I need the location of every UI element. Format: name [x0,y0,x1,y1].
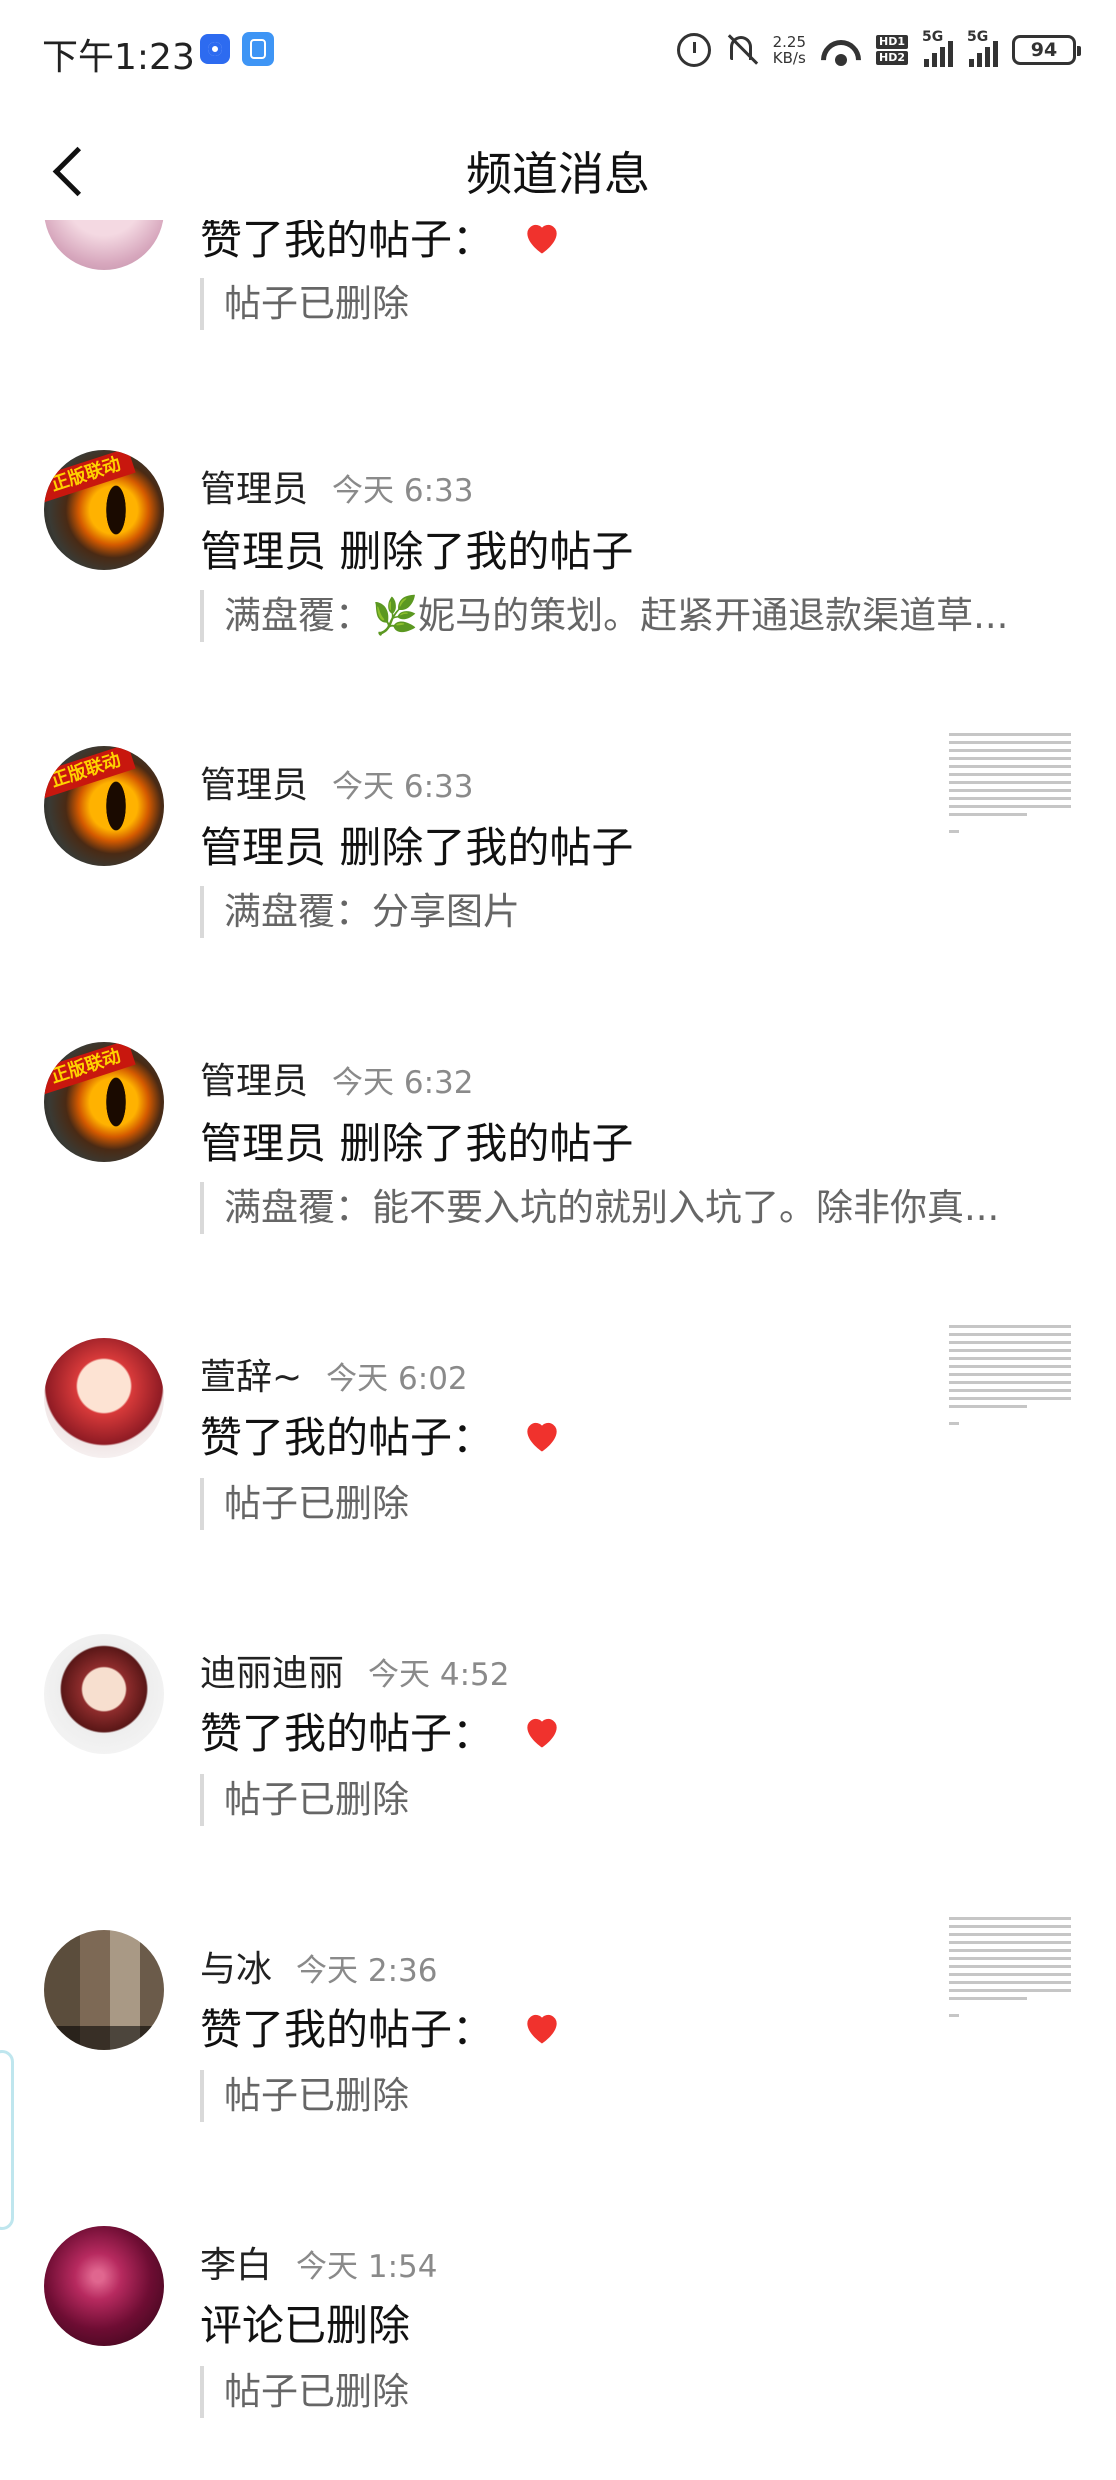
message-meta: 管理员 今天 6:32 [200,1052,473,1104]
hd-icon: HD1 HD2 [876,35,908,65]
action-text: 管理员 删除了我的帖子 [200,1119,634,1168]
avatar-banner: 正版联动 [44,1042,136,1095]
avatar[interactable] [44,2226,164,2346]
user-name[interactable]: 萱辞~ [200,1348,302,1400]
quote-author: 满盘覆： [224,594,372,637]
quoted-post[interactable]: 满盘覆：🌿妮马的策划。赶紧开通退款渠道草... [200,590,1008,642]
action-text: 评论已删除 [200,2301,411,2350]
message-meta: 与冰 今天 2:36 [200,1940,437,1992]
net-type-1: 5G [922,29,944,45]
timestamp: 今天 6:02 [326,1361,468,1397]
message-action: 赞了我的帖子： [200,1700,564,1761]
message-meta: 李白 今天 1:54 [200,2236,437,2288]
quoted-post[interactable]: 帖子已删除 [200,1478,409,1530]
message-action: 管理员 删除了我的帖子 [200,518,633,579]
heart-icon [520,220,564,259]
message-meta: 管理员 今天 6:33 [200,460,473,512]
hd2-label: HD2 [876,51,908,65]
message-action: 管理员 删除了我的帖子 [200,814,633,875]
timestamp: 今天 6:32 [332,1065,474,1101]
quoted-post[interactable]: 帖子已删除 [200,2070,409,2122]
hd1-label: HD1 [876,35,908,49]
battery-icon: 94 [1012,35,1081,65]
quoted-post[interactable]: 帖子已删除 [200,278,409,330]
avatar-banner: 正版联动 [44,746,136,799]
mute-bell-icon [725,33,759,67]
message-action: 评论已删除 [200,2292,410,2353]
alarm-icon [676,33,711,67]
timestamp: 今天 6:33 [332,473,474,509]
timestamp: 今天 2:36 [296,1953,438,1989]
avatar[interactable]: 正版联动 [44,746,164,866]
quote-text: 妮马的策划。赶紧开通退款渠道草... [418,594,1009,637]
action-text: 赞了我的帖子： [200,1413,495,1462]
net-type-2: 5G [967,29,989,45]
signal-icon-2: 5G [967,29,998,67]
action-text: 赞了我的帖子： [200,1709,495,1758]
app-notification-icon-2 [242,32,274,66]
post-thumbnail[interactable] [945,1912,1075,2052]
floating-side-tab[interactable] [0,2050,14,2230]
message-action: 赞了我的帖子： [200,1404,564,1465]
quoted-post[interactable]: 帖子已删除 [200,1774,409,1826]
avatar-banner: 正版联动 [44,450,136,503]
battery-level: 94 [1030,39,1058,61]
user-name[interactable]: 迪丽迪丽 [200,1644,344,1696]
timestamp: 今天 4:52 [368,1657,510,1693]
signal-icon-1: 5G [922,29,953,67]
app-notification-icon [200,34,230,64]
heart-icon [520,1709,564,1753]
wifi-icon [820,34,862,66]
quoted-post[interactable]: 满盘覆：分享图片 [200,886,520,938]
user-name[interactable]: 与冰 [200,1940,272,1992]
timestamp: 今天 6:33 [332,769,474,805]
message-meta: 管理员 今天 6:33 [200,756,473,808]
user-name[interactable]: 管理员 [200,460,308,512]
status-icons: 2.25 KB/s HD1 HD2 5G 5G 94 [676,26,1081,74]
heart-icon [520,1413,564,1457]
message-list[interactable]: 赞了我的帖子： 帖子已删除 正版联动 管理员 今天 6:33 管理员 删除了我的… [0,220,1116,2480]
message-meta: 迪丽迪丽 今天 4:52 [200,1644,509,1696]
action-text: 管理员 删除了我的帖子 [200,527,634,576]
message-action: 赞了我的帖子： [200,220,564,267]
avatar[interactable]: 正版联动 [44,450,164,570]
message-meta: 萱辞~ 今天 6:02 [200,1348,468,1400]
timestamp: 今天 1:54 [296,2249,438,2285]
status-time: 下午1:23 [42,37,195,78]
user-name[interactable]: 管理员 [200,756,308,808]
action-text: 管理员 删除了我的帖子 [200,823,634,872]
action-text: 赞了我的帖子： [200,2005,495,2054]
avatar[interactable] [44,1338,164,1458]
action-text: 赞了我的帖子： [200,220,495,264]
speed-unit: KB/s [772,49,806,67]
status-bar: 下午1:23 2.25 KB/s HD1 HD2 5G 5G 94 [0,0,1116,100]
post-thumbnail[interactable] [945,1320,1075,1460]
avatar[interactable]: 正版联动 [44,1042,164,1162]
network-speed: 2.25 KB/s [773,34,806,66]
avatar[interactable] [44,220,164,270]
user-name[interactable]: 管理员 [200,1052,308,1104]
quoted-post[interactable]: 满盘覆：能不要入坑的就别入坑了。除非你真... [200,1182,999,1234]
avatar[interactable] [44,1930,164,2050]
leaf-emoji: 🌿 [372,594,419,637]
avatar[interactable] [44,1634,164,1754]
message-action: 管理员 删除了我的帖子 [200,1110,633,1171]
header: 频道消息 [0,120,1116,220]
user-name[interactable]: 李白 [200,2236,272,2288]
message-action: 赞了我的帖子： [200,1996,564,2057]
post-thumbnail[interactable] [945,728,1075,868]
quoted-post[interactable]: 帖子已删除 [200,2366,409,2418]
heart-icon [520,2005,564,2049]
page-title: 频道消息 [466,147,650,201]
